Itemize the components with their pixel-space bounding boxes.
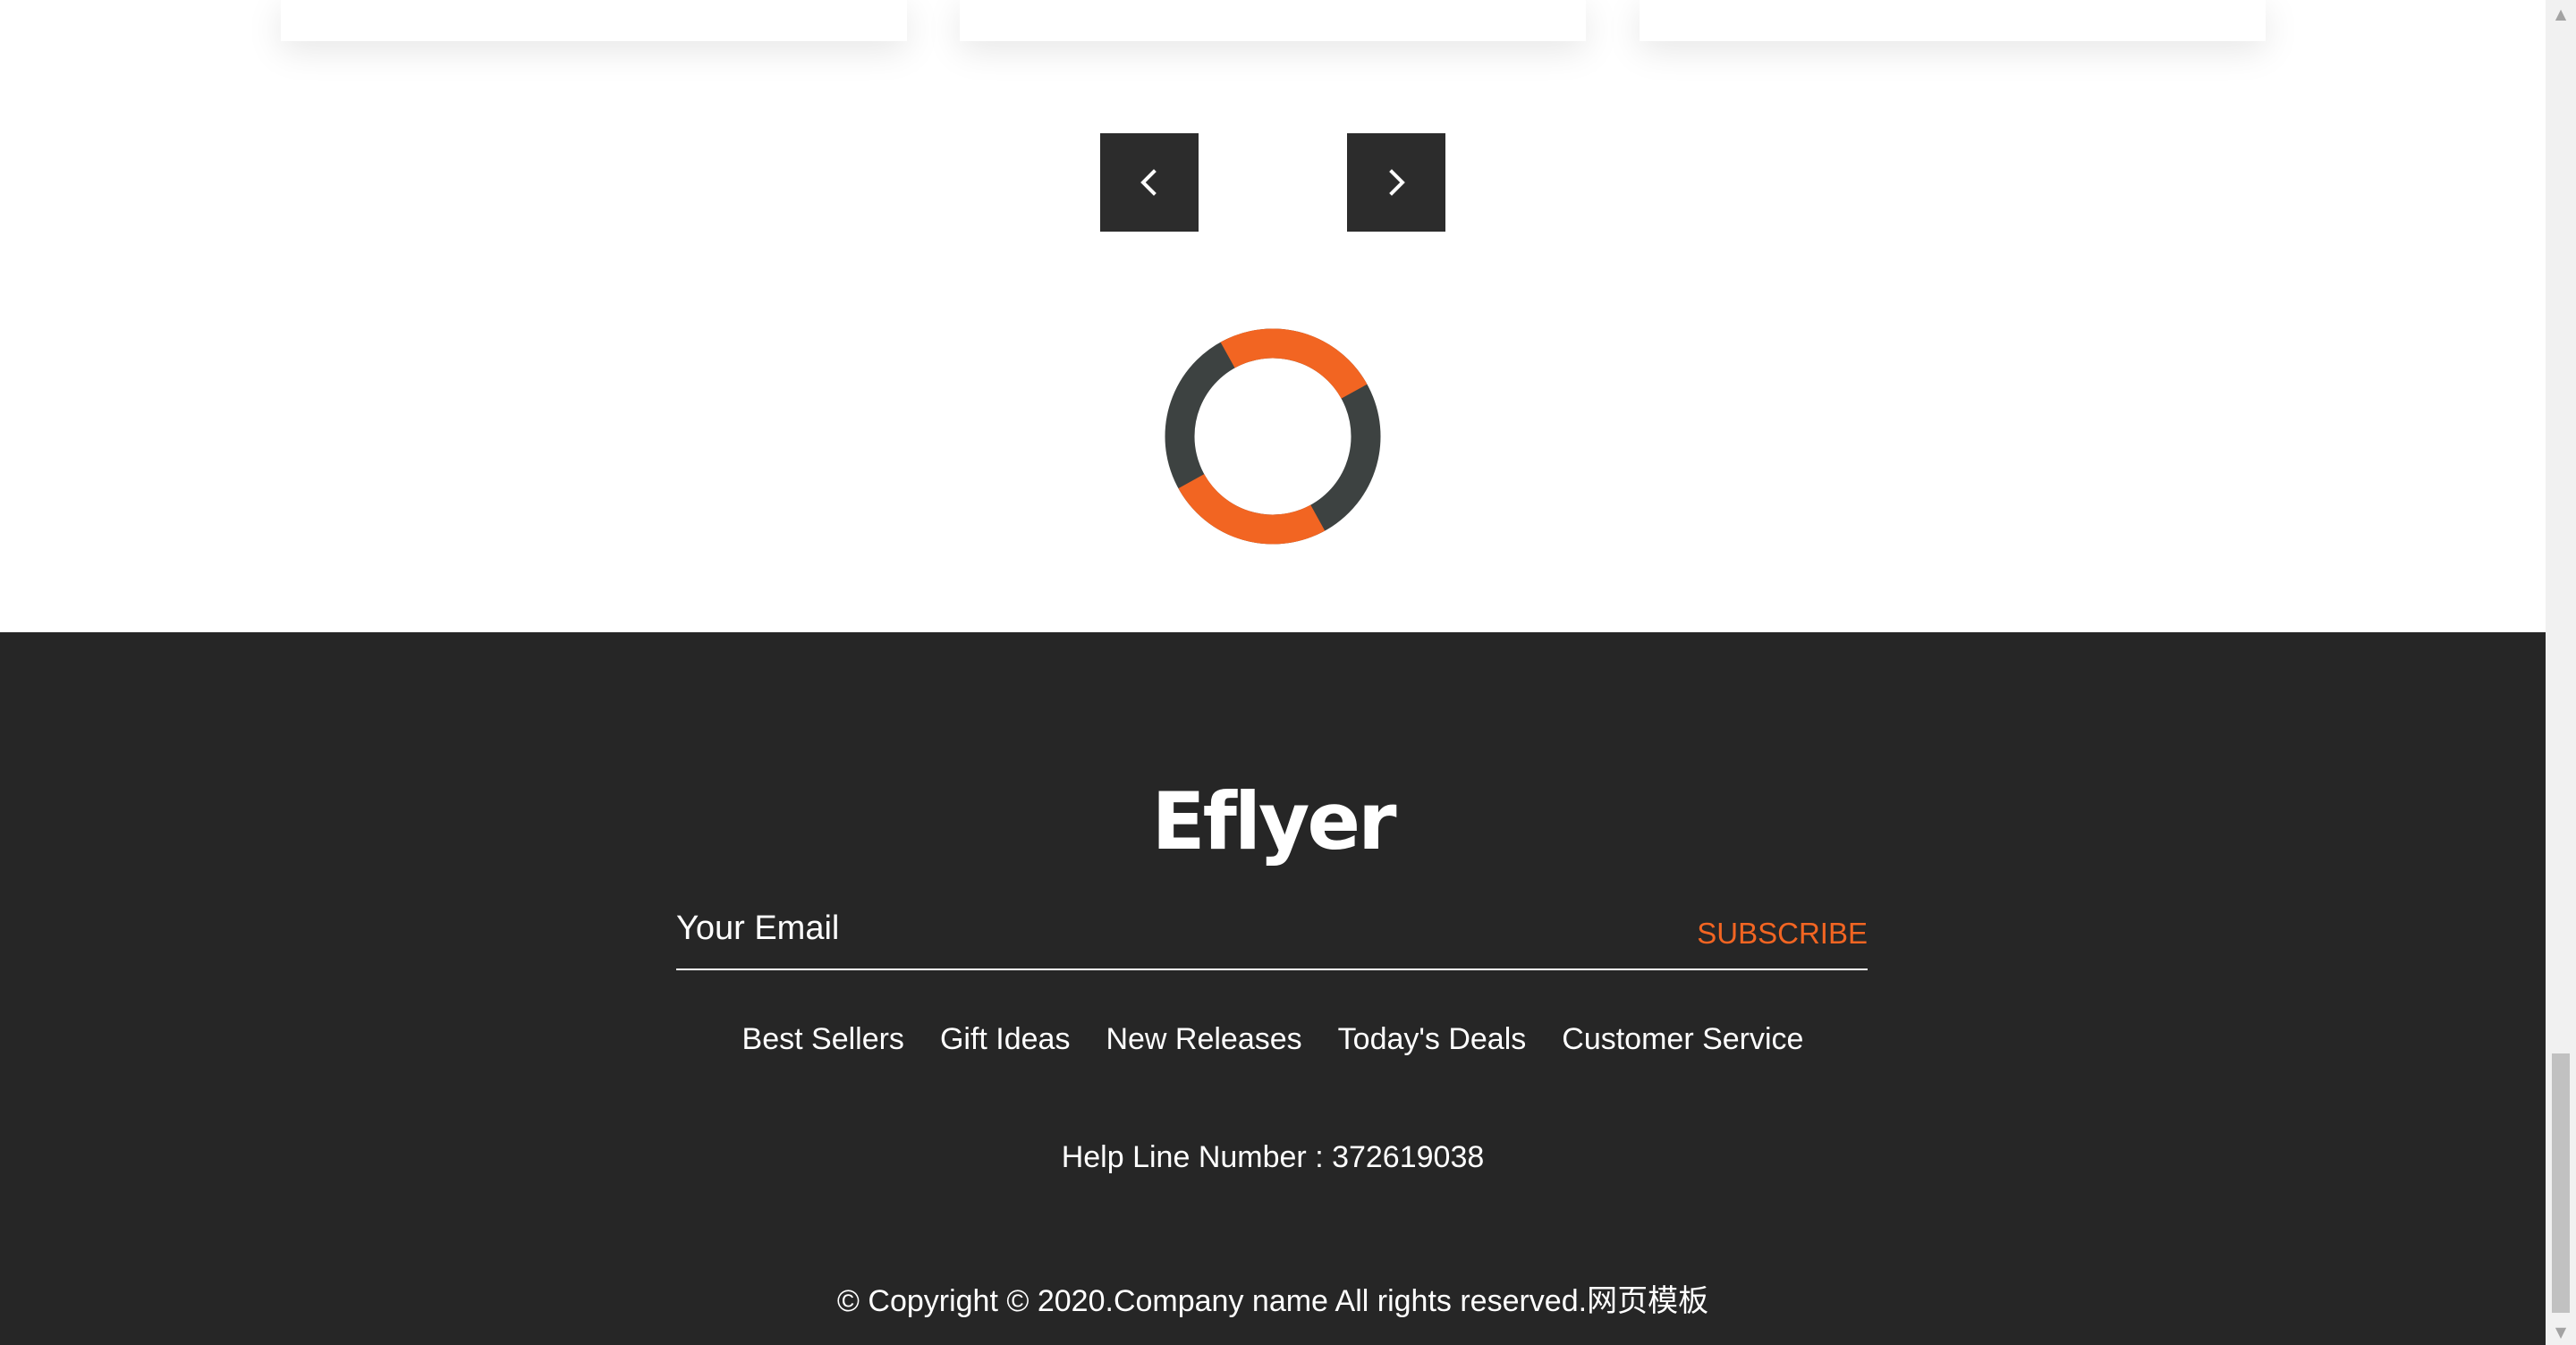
product-card[interactable] xyxy=(1640,0,2266,41)
vertical-scrollbar[interactable]: ▲ ▼ xyxy=(2546,0,2576,1345)
loading-spinner-icon xyxy=(1165,328,1381,545)
scroll-down-arrow-icon[interactable]: ▼ xyxy=(2546,1318,2576,1345)
subscribe-button[interactable]: SUBSCRIBE xyxy=(1697,917,1868,951)
footer-link-customer-service[interactable]: Customer Service xyxy=(1562,1022,1803,1057)
chevron-left-icon xyxy=(1140,169,1157,196)
chevron-right-icon xyxy=(1389,169,1405,196)
footer-link-best-sellers[interactable]: Best Sellers xyxy=(742,1022,904,1057)
footer-nav: Best Sellers Gift Ideas New Releases Tod… xyxy=(0,1022,2546,1057)
product-carousel-section xyxy=(0,0,2546,632)
helpline-number: Help Line Number : 372619038 xyxy=(1061,1140,1485,1174)
copyright-text: © Copyright © 2020.Company name All righ… xyxy=(836,1284,1709,1318)
footer: Eflyer SUBSCRIBE Best Sellers Gift Ideas… xyxy=(0,632,2546,1345)
carousel-next-button[interactable] xyxy=(1347,133,1445,232)
footer-link-gift-ideas[interactable]: Gift Ideas xyxy=(940,1022,1071,1057)
newsletter-form: SUBSCRIBE xyxy=(676,897,1868,970)
carousel-prev-button[interactable] xyxy=(1100,133,1199,232)
footer-logo[interactable]: Eflyer xyxy=(0,782,2546,861)
page: Eflyer SUBSCRIBE Best Sellers Gift Ideas… xyxy=(0,0,2576,1345)
email-input[interactable] xyxy=(676,906,1571,951)
scroll-up-arrow-icon[interactable]: ▲ xyxy=(2546,0,2576,27)
scrollbar-thumb[interactable] xyxy=(2552,1053,2570,1313)
footer-link-todays-deals[interactable]: Today's Deals xyxy=(1338,1022,1527,1057)
product-card[interactable] xyxy=(281,0,907,41)
product-card[interactable] xyxy=(960,0,1586,41)
footer-link-new-releases[interactable]: New Releases xyxy=(1106,1022,1301,1057)
